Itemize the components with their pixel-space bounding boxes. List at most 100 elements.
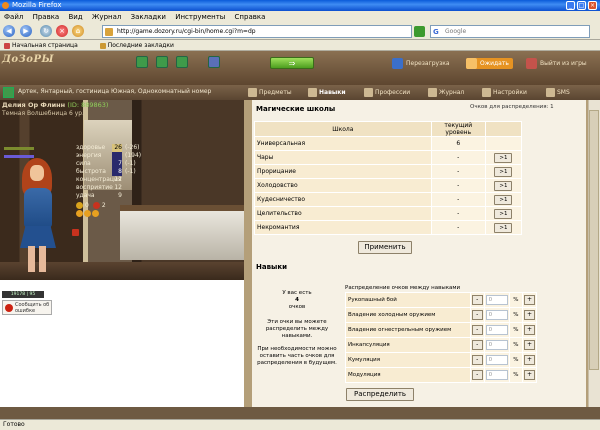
stat-row: быстрота 8 (-1) (76, 168, 136, 176)
increase-button[interactable]: + (524, 310, 536, 320)
menu-tools[interactable]: Инструменты (175, 13, 225, 21)
bookmark-recent[interactable]: Последние закладки (99, 42, 184, 49)
upgrade-button[interactable]: >1 (494, 194, 513, 205)
skill-input[interactable]: 0 (485, 325, 508, 335)
skill-input[interactable]: 0 (485, 310, 508, 320)
menu-bookmarks[interactable]: Закладки (131, 13, 166, 21)
bug-icon (5, 304, 13, 312)
skills-title: Навыки (256, 263, 287, 271)
go-button[interactable]: ⇒ (270, 57, 314, 69)
status-bar: Готово (0, 419, 600, 430)
upgrade-button[interactable]: >1 (494, 166, 513, 177)
col-school: Школа (254, 121, 432, 137)
table-row: Целительство - >1 (254, 206, 523, 221)
apply-button[interactable]: Применить (358, 241, 412, 254)
stat-row: здоровье 26 (-26) (76, 144, 140, 152)
reload-icon[interactable]: ↻ (40, 25, 52, 37)
bookmark-icon (99, 42, 106, 49)
player-id: (ID: 889863) (67, 101, 109, 109)
points-available: Очков для распределения: 1 (470, 104, 554, 110)
table-row: Рукопашный бой - 0 % + (345, 292, 537, 308)
reload-game-button[interactable]: Перезагрузка (392, 58, 450, 69)
tab-professions[interactable]: Профессии (364, 87, 410, 98)
distribution-title: Распределение очков между навыками (345, 285, 461, 291)
menu-file[interactable]: Файл (4, 13, 23, 21)
home-icon[interactable]: ⌂ (72, 25, 84, 37)
stop-icon[interactable]: × (56, 25, 68, 37)
exit-icon (526, 58, 537, 69)
decrease-button[interactable]: - (471, 310, 483, 320)
avatar-legs (28, 246, 46, 272)
increase-button[interactable]: + (524, 295, 536, 305)
chat-icon[interactable] (176, 56, 188, 68)
table-header: Школа текущий уровень (254, 121, 523, 137)
upgrade-button[interactable]: >1 (494, 180, 513, 191)
location-icon[interactable] (3, 87, 14, 98)
bookmark-start-page[interactable]: Начальная страница (4, 42, 88, 49)
skill-input[interactable]: 0 (485, 340, 508, 350)
decrease-button[interactable]: - (471, 325, 483, 335)
increase-button[interactable]: + (524, 325, 536, 335)
firefox-icon (2, 2, 9, 9)
decrease-button[interactable]: - (471, 355, 483, 365)
address-bar[interactable]: http://game.dozory.ru/cgi-bin/home.cgi?m… (102, 25, 412, 38)
shop-icon[interactable] (156, 56, 168, 68)
medals-row (76, 210, 140, 217)
table-row: Универсальная 6 (254, 136, 523, 151)
go-icon[interactable] (414, 26, 425, 37)
distribute-button[interactable]: Распределить (346, 388, 414, 401)
logout-button[interactable]: Выйти из игры (526, 58, 587, 69)
search-input[interactable]: G Google (430, 25, 590, 38)
menu-history[interactable]: Журнал (92, 13, 121, 21)
heart-icon (92, 202, 100, 209)
player-stats: здоровье 26 (-26) энергия (194) сила 7 (-1) б… (76, 144, 141, 217)
forum-icon[interactable] (208, 56, 220, 68)
forward-button[interactable]: ▶ (20, 25, 32, 37)
increase-button[interactable]: + (524, 370, 536, 380)
tab-journal[interactable]: Журнал (428, 87, 464, 98)
menu-view[interactable]: Вид (68, 13, 82, 21)
table-row: Некромантия - >1 (254, 220, 523, 235)
skill-input[interactable]: 0 (485, 295, 508, 305)
decrease-button[interactable]: - (471, 370, 483, 380)
report-bug-button[interactable]: Сообщить об ошибке (2, 300, 52, 315)
avatar-skirt (20, 226, 56, 248)
badges-row: 0 2 (76, 202, 140, 210)
upgrade-button[interactable]: >1 (494, 208, 513, 219)
search-engine-icon[interactable]: G (433, 27, 439, 38)
increase-button[interactable]: + (524, 340, 536, 350)
medal-icon[interactable] (76, 210, 83, 217)
wait-button[interactable]: Ожидать (466, 58, 513, 69)
tab-skills[interactable]: Навыки (308, 87, 346, 98)
footer-strip (0, 407, 600, 419)
page-icon (105, 28, 113, 36)
minimize-button[interactable]: _ (566, 1, 575, 10)
menu-help[interactable]: Справка (235, 13, 266, 21)
maximize-button[interactable]: □ (577, 1, 586, 10)
professions-icon (364, 88, 373, 97)
scrollbar-thumb[interactable] (589, 110, 599, 370)
visit-counter[interactable]: 19178 | 95 (2, 291, 44, 298)
mail-icon[interactable] (136, 56, 148, 68)
stat-row: удача 9 (76, 192, 122, 199)
avatar-face (30, 165, 44, 181)
upgrade-button[interactable]: >1 (494, 152, 513, 163)
magic-schools-table: Школа текущий уровень Универсальная 6 Ча… (254, 121, 523, 235)
bookmarks-toolbar: Начальная страница Последние закладки (0, 40, 600, 51)
close-button[interactable]: × (588, 1, 597, 10)
upgrade-button[interactable]: >1 (494, 222, 513, 233)
increase-button[interactable]: + (524, 355, 536, 365)
tab-sms[interactable]: SMS (546, 87, 570, 98)
skill-input[interactable]: 0 (485, 355, 508, 365)
player-name[interactable]: Делия Ор Флинн (ID: 889863) (2, 101, 108, 109)
back-button[interactable]: ◀ (3, 25, 15, 37)
medal-icon[interactable] (84, 210, 91, 217)
medal-icon[interactable] (92, 210, 99, 217)
menu-edit[interactable]: Правка (33, 13, 60, 21)
rank-icon[interactable] (72, 229, 79, 236)
decrease-button[interactable]: - (471, 295, 483, 305)
tab-settings[interactable]: Настройки (482, 87, 527, 98)
skill-input[interactable]: 0 (485, 370, 508, 380)
tab-items[interactable]: Предметы (248, 87, 292, 98)
decrease-button[interactable]: - (471, 340, 483, 350)
